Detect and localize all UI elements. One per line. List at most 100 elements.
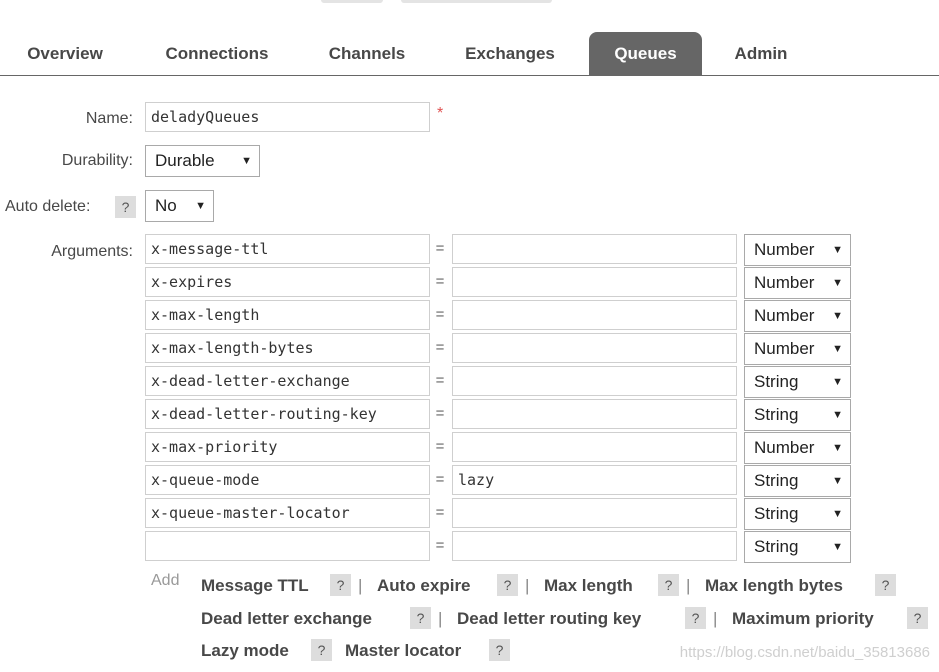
argument-key-input[interactable]: x-message-ttl	[145, 234, 430, 264]
argument-value-input[interactable]: lazy	[452, 465, 737, 495]
argument-key-input[interactable]: x-dead-letter-routing-key	[145, 399, 430, 429]
argument-type-select[interactable]: String ▼	[744, 366, 851, 398]
argument-type-select[interactable]: Number ▼	[744, 432, 851, 464]
chevron-down-icon: ▼	[832, 475, 843, 487]
shortcut-max-length[interactable]: Max length	[544, 576, 633, 596]
help-icon[interactable]: ?	[115, 196, 136, 218]
argument-type-select[interactable]: Number ▼	[744, 267, 851, 299]
chevron-down-icon: ▼	[832, 244, 843, 256]
chevron-down-icon: ▼	[195, 200, 206, 212]
argument-type-value: Number	[754, 273, 815, 292]
durability-select[interactable]: Durable ▼	[145, 145, 260, 177]
argument-type-select[interactable]: String ▼	[744, 465, 851, 497]
shortcut-dead-letter-routing-key[interactable]: Dead letter routing key	[457, 609, 641, 629]
equals-sign: =	[435, 438, 445, 455]
top-control-stub	[321, 0, 383, 3]
shortcut-lazy-mode[interactable]: Lazy mode	[201, 641, 289, 661]
help-icon[interactable]: ?	[658, 574, 679, 596]
argument-type-value: String	[754, 405, 799, 424]
help-icon[interactable]: ?	[330, 574, 351, 596]
tab-connections[interactable]: Connections	[146, 32, 288, 75]
shortcut-dead-letter-exchange[interactable]: Dead letter exchange	[201, 609, 372, 629]
required-mark: *	[437, 105, 444, 122]
chevron-down-icon: ▼	[832, 409, 843, 421]
help-icon[interactable]: ?	[497, 574, 518, 596]
shortcut-message-ttl[interactable]: Message TTL	[201, 576, 309, 596]
add-argument-label: Add	[151, 572, 180, 589]
help-icon[interactable]: ?	[875, 574, 896, 596]
separator: |	[525, 576, 530, 595]
argument-type-value: Number	[754, 306, 815, 325]
tab-exchanges[interactable]: Exchanges	[447, 32, 573, 75]
separator: |	[713, 609, 718, 628]
argument-value-input[interactable]	[452, 333, 737, 363]
argument-value-input[interactable]	[452, 432, 737, 462]
equals-sign: =	[435, 537, 445, 554]
tab-admin[interactable]: Admin	[718, 32, 804, 75]
equals-sign: =	[435, 405, 445, 422]
argument-key-input[interactable]: x-max-length-bytes	[145, 333, 430, 363]
equals-sign: =	[435, 273, 445, 290]
argument-value-input[interactable]	[452, 300, 737, 330]
shortcut-master-locator[interactable]: Master locator	[345, 641, 461, 661]
chevron-down-icon: ▼	[832, 277, 843, 289]
shortcut-auto-expire[interactable]: Auto expire	[377, 576, 471, 596]
arguments-label: Arguments:	[51, 243, 133, 260]
help-icon[interactable]: ?	[489, 639, 510, 661]
argument-type-select[interactable]: String ▼	[744, 399, 851, 431]
chevron-down-icon: ▼	[832, 541, 843, 553]
argument-value-input[interactable]	[452, 531, 737, 561]
chevron-down-icon: ▼	[832, 508, 843, 520]
watermark: https://blog.csdn.net/baidu_35813686	[679, 644, 930, 661]
equals-sign: =	[435, 306, 445, 323]
equals-sign: =	[435, 504, 445, 521]
argument-value-input[interactable]	[452, 234, 737, 264]
top-control-stub	[401, 0, 552, 3]
help-icon[interactable]: ?	[311, 639, 332, 661]
tab-queues[interactable]: Queues	[589, 32, 702, 75]
shortcut-max-length-bytes[interactable]: Max length bytes	[705, 576, 843, 596]
auto-delete-label: Auto delete:	[5, 198, 91, 215]
equals-sign: =	[435, 339, 445, 356]
argument-key-input[interactable]: x-dead-letter-exchange	[145, 366, 430, 396]
separator: |	[686, 576, 691, 595]
tab-channels[interactable]: Channels	[312, 32, 422, 75]
chevron-down-icon: ▼	[241, 155, 252, 167]
argument-type-select[interactable]: String ▼	[744, 498, 851, 530]
tab-overview[interactable]: Overview	[3, 32, 127, 75]
auto-delete-value: No	[155, 196, 177, 215]
argument-type-value: String	[754, 504, 799, 523]
equals-sign: =	[435, 240, 445, 257]
auto-delete-select[interactable]: No ▼	[145, 190, 214, 222]
durability-value: Durable	[155, 151, 215, 170]
equals-sign: =	[435, 372, 445, 389]
argument-key-input[interactable]: x-expires	[145, 267, 430, 297]
argument-type-select[interactable]: Number ▼	[744, 300, 851, 332]
argument-value-input[interactable]	[452, 399, 737, 429]
argument-type-select[interactable]: String ▼	[744, 531, 851, 563]
separator: |	[358, 576, 363, 595]
argument-value-input[interactable]	[452, 267, 737, 297]
help-icon[interactable]: ?	[410, 607, 431, 629]
argument-type-value: String	[754, 372, 799, 391]
argument-key-input[interactable]: x-queue-master-locator	[145, 498, 430, 528]
argument-type-value: String	[754, 471, 799, 490]
argument-type-select[interactable]: Number ▼	[744, 333, 851, 365]
help-icon[interactable]: ?	[907, 607, 928, 629]
chevron-down-icon: ▼	[832, 343, 843, 355]
equals-sign: =	[435, 471, 445, 488]
argument-type-value: String	[754, 537, 799, 556]
argument-type-select[interactable]: Number ▼	[744, 234, 851, 266]
argument-value-input[interactable]	[452, 498, 737, 528]
main-nav: Overview Connections Channels Exchanges …	[0, 32, 939, 76]
argument-key-input[interactable]: x-max-length	[145, 300, 430, 330]
argument-type-value: Number	[754, 438, 815, 457]
argument-key-input[interactable]: x-queue-mode	[145, 465, 430, 495]
shortcut-maximum-priority[interactable]: Maximum priority	[732, 609, 874, 629]
argument-key-input[interactable]	[145, 531, 430, 561]
queue-name-input[interactable]: deladyQueues	[145, 102, 430, 132]
argument-value-input[interactable]	[452, 366, 737, 396]
chevron-down-icon: ▼	[832, 310, 843, 322]
help-icon[interactable]: ?	[685, 607, 706, 629]
argument-key-input[interactable]: x-max-priority	[145, 432, 430, 462]
